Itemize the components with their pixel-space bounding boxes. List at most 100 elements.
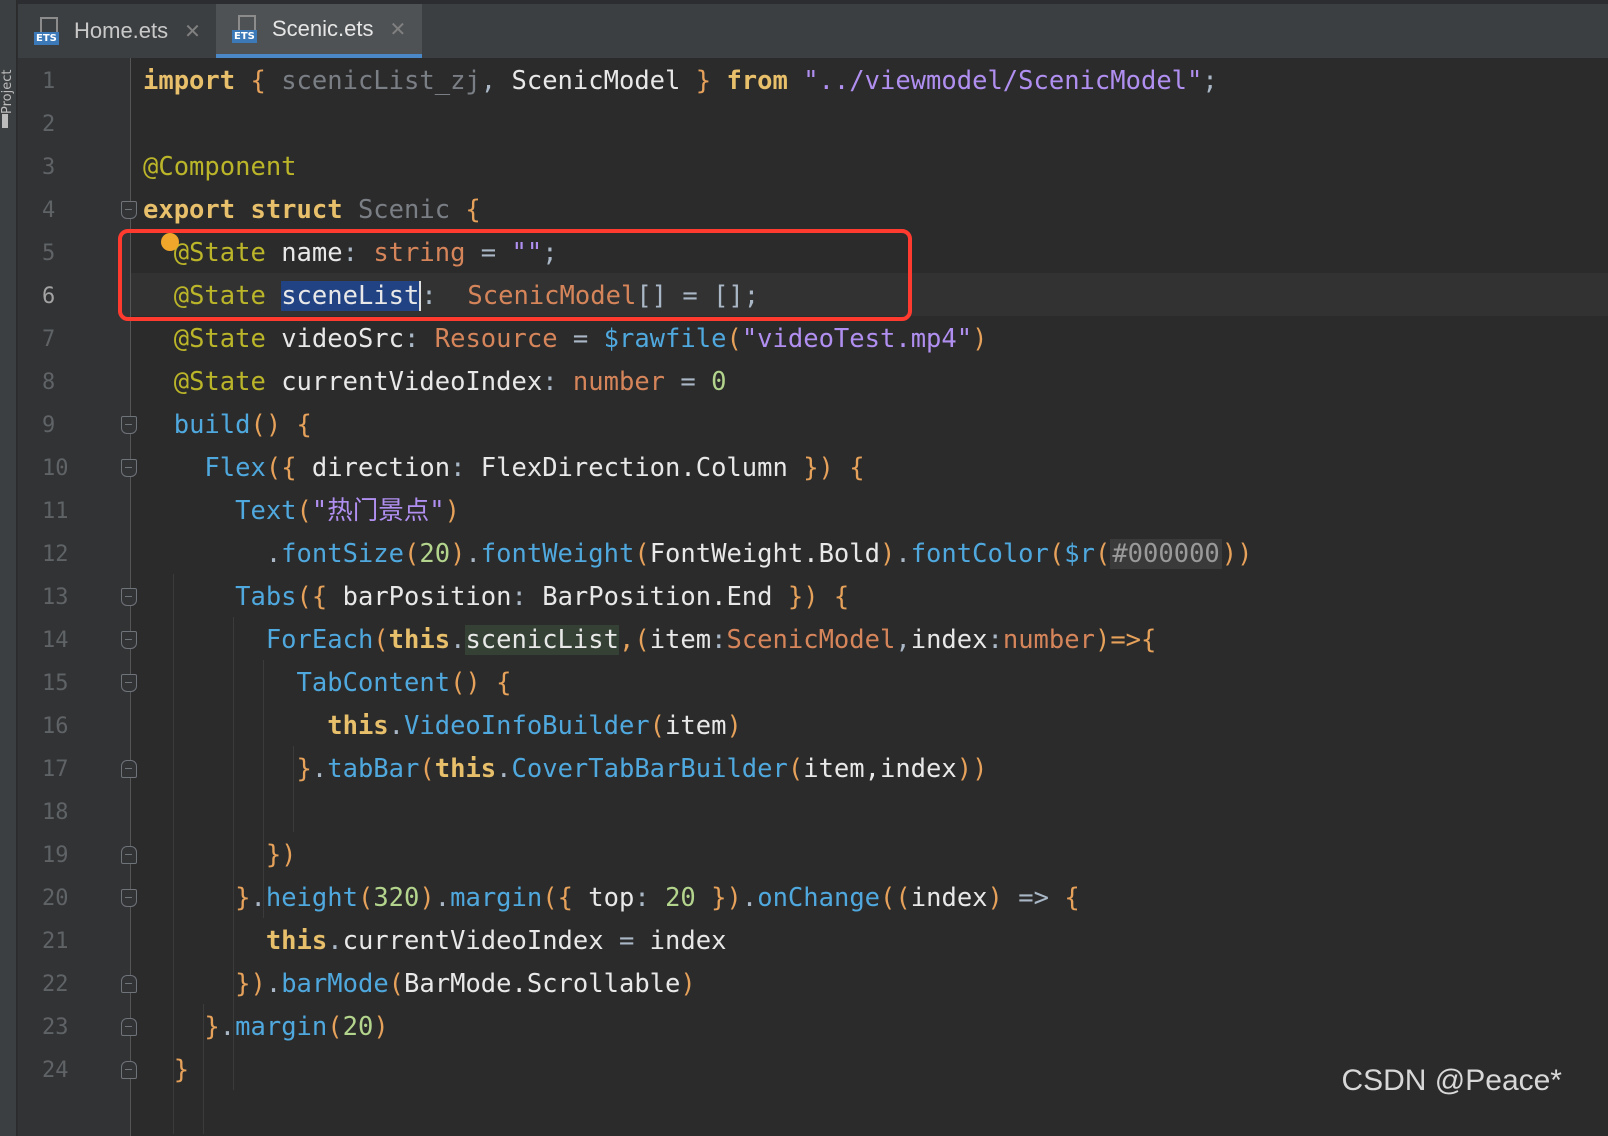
fold-toggle-icon[interactable]: [121, 588, 137, 606]
code-token: ScenicModel: [726, 625, 896, 655]
code-token: ): [419, 883, 435, 913]
code-token: ,(: [618, 625, 650, 655]
code-token: ): [987, 883, 1003, 913]
code-token: .: [895, 539, 911, 569]
fold-end-icon[interactable]: [121, 975, 137, 993]
code-line[interactable]: }: [143, 1049, 189, 1092]
code-line[interactable]: @Component: [143, 146, 297, 189]
editor-tab-bar: ETS Home.ets ✕ ETS Scenic.ets ✕: [18, 0, 1608, 58]
code-token: build: [173, 410, 251, 440]
fold-toggle-icon[interactable]: [121, 631, 137, 649]
close-icon[interactable]: ✕: [184, 19, 201, 43]
code-token: .: [327, 926, 343, 956]
code-editor[interactable]: import { scenicList_zj, ScenicModel } fr…: [131, 58, 1608, 1136]
code-line[interactable]: this.currentVideoIndex = index: [143, 920, 727, 963]
code-token: margin: [235, 1012, 328, 1042]
code-token: number: [1002, 625, 1095, 655]
code-line[interactable]: export struct Scenic {: [143, 189, 481, 232]
fold-end-icon[interactable]: [121, 1061, 137, 1079]
code-token: $rawfile: [603, 324, 727, 354]
fold-end-icon[interactable]: [121, 846, 137, 864]
code-token: ({: [265, 453, 312, 483]
code-line[interactable]: TabContent() {: [143, 662, 512, 705]
code-token: BarPosition.End: [542, 582, 773, 612]
fold-toggle-icon[interactable]: [121, 889, 137, 907]
code-token: (: [388, 969, 405, 999]
code-token: number: [572, 367, 666, 397]
code-line[interactable]: @State currentVideoIndex: number = 0: [143, 361, 727, 404]
tab-label: Scenic.ets: [272, 16, 374, 41]
project-tool-label[interactable]: Project: [0, 4, 16, 114]
tab-scenic-ets[interactable]: ETS Scenic.ets ✕: [216, 4, 422, 58]
code-line[interactable]: import { scenicList_zj, ScenicModel } fr…: [143, 60, 1218, 103]
tab-home-ets[interactable]: ETS Home.ets ✕: [18, 4, 216, 58]
code-token: 0: [711, 367, 727, 397]
code-line[interactable]: Flex({ direction: FlexDirection.Column }…: [143, 447, 865, 490]
code-token: .: [219, 1012, 236, 1042]
code-token: 20: [665, 883, 696, 913]
fold-end-icon[interactable]: [121, 1018, 137, 1036]
code-token: :: [511, 582, 543, 612]
code-token: .: [434, 883, 451, 913]
code-token: ({: [542, 883, 589, 913]
fold-toggle-icon[interactable]: [121, 459, 137, 477]
code-token: }) {: [787, 453, 865, 483]
code-token: height: [265, 883, 358, 913]
fold-toggle-icon[interactable]: [121, 201, 137, 219]
code-token: #000000: [1110, 539, 1222, 569]
code-token: "../viewmodel/ScenicModel": [803, 66, 1203, 96]
line-number-gutter[interactable]: 1 2 3 4 5 6 7 8 9 10 11 12 13 14 15 16 17 18 19 20 21 22 23 24: [18, 58, 130, 1136]
ets-file-icon: ETS: [232, 15, 260, 43]
code-token: =: [557, 324, 604, 354]
code-line[interactable]: ForEach(this.scenicList,(item:ScenicMode…: [143, 619, 1156, 662]
fold-end-icon[interactable]: [121, 760, 137, 778]
code-token: }): [695, 883, 742, 913]
code-token: }: [204, 1012, 220, 1042]
code-token: ): [444, 496, 460, 526]
line-number: 20: [42, 886, 69, 911]
code-line[interactable]: build() {: [143, 404, 312, 447]
code-token: this: [434, 754, 497, 784]
close-icon[interactable]: ✕: [390, 17, 407, 41]
code-line[interactable]: }): [143, 834, 297, 877]
code-token: }: [173, 1055, 190, 1085]
code-line[interactable]: .fontSize(20).fontWeight(FontWeight.Bold…: [143, 533, 1253, 576]
line-number: 14: [42, 628, 69, 653]
code-line[interactable]: }.height(320).margin({ top: 20 }).onChan…: [143, 877, 1080, 920]
code-line[interactable]: this.VideoInfoBuilder(item): [143, 705, 742, 748]
code-token: fontWeight: [480, 539, 635, 569]
code-line[interactable]: Tabs({ barPosition: BarPosition.End }) {: [143, 576, 849, 619]
fold-toggle-icon[interactable]: [121, 674, 137, 692]
fold-toggle-icon[interactable]: [121, 416, 137, 434]
code-line[interactable]: @State videoSrc: Resource = $rawfile("vi…: [143, 318, 988, 361]
code-line[interactable]: }).barMode(BarMode.Scrollable): [143, 963, 696, 1006]
code-token: videoSrc: [281, 324, 405, 354]
line-number: 17: [42, 757, 69, 782]
code-token: Resource: [434, 324, 558, 354]
line-number: 6: [42, 284, 56, 309]
code-token: =: [665, 367, 712, 397]
code-token: TabContent: [296, 668, 451, 698]
tool-window-strip[interactable]: Project: [0, 0, 17, 1136]
code-token: :: [987, 625, 1003, 655]
code-line[interactable]: }.margin(20): [143, 1006, 389, 1049]
code-line[interactable]: Text("热门景点"): [143, 490, 460, 533]
code-token: ): [373, 1012, 389, 1042]
code-token: Flex: [204, 453, 266, 483]
code-line[interactable]: }.tabBar(this.CoverTabBarBuilder(item,in…: [143, 748, 988, 791]
line-number: 21: [42, 929, 69, 954]
code-token: 320: [373, 883, 420, 913]
code-token: :: [450, 453, 481, 483]
code-token: scenicList: [465, 625, 619, 655]
line-number: 13: [42, 585, 69, 610]
code-token: scenicList_zj: [281, 66, 481, 96]
